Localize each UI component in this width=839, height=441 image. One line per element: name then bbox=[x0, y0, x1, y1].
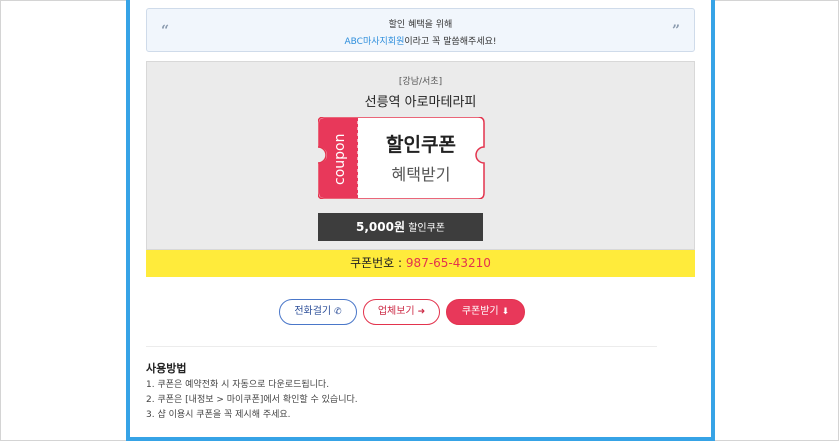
notice-line-2: ABC마사지회원이라고 꼭 말씀해주세요! bbox=[147, 34, 694, 47]
call-button[interactable]: 전화걸기 ✆ bbox=[279, 299, 357, 325]
call-button-label: 전화걸기 bbox=[294, 306, 332, 317]
shop-name: 선릉역 아로마테라피 bbox=[364, 95, 477, 110]
coupon-card: [강남/서초] 선릉역 아로마테라피 coupon 할인쿠폰 혜택받기 5,00… bbox=[146, 61, 695, 250]
arrow-down-icon: ⬇ bbox=[501, 307, 510, 317]
discount-amount-bar: 5,000원 할인쿠폰 bbox=[318, 213, 483, 241]
phone-icon: ✆ bbox=[334, 307, 342, 317]
notice-line-2-rest: 이라고 꼭 말씀해주세요! bbox=[404, 37, 497, 47]
coupon-code-bar: 쿠폰번호 : 987-65-43210 bbox=[146, 250, 695, 277]
coupon-side-text: coupon bbox=[332, 133, 348, 185]
discount-amount-suffix: 할인쿠폰 bbox=[408, 223, 445, 234]
view-shop-button[interactable]: 업체보기 ➜ bbox=[363, 299, 440, 325]
usage-item: 1. 쿠폰은 예약전화 시 자동으로 다운로드됩니다. bbox=[146, 380, 330, 390]
coupon-main-text: 할인쿠폰 bbox=[386, 134, 456, 156]
coupon-modal: “ 할인 혜택을 위해 ABC마사지회원이라고 꼭 말씀해주세요! ” [강남/… bbox=[126, 0, 715, 441]
get-coupon-button[interactable]: 쿠폰받기 ⬇ bbox=[446, 299, 525, 325]
notice-line-1: 할인 혜택을 위해 bbox=[388, 20, 453, 30]
view-shop-button-label: 업체보기 bbox=[377, 306, 415, 317]
coupon-code-label: 쿠폰번호 : bbox=[350, 256, 403, 270]
coupon-ticket[interactable]: coupon 할인쿠폰 혜택받기 bbox=[318, 117, 486, 199]
notice-box: “ 할인 혜택을 위해 ABC마사지회원이라고 꼭 말씀해주세요! ” bbox=[146, 8, 695, 52]
arrow-right-icon: ➜ bbox=[417, 307, 426, 317]
close-quote-icon: ” bbox=[671, 23, 680, 39]
usage-item: 3. 샵 이용시 쿠폰을 꼭 제시해 주세요. bbox=[146, 410, 291, 420]
coupon-code-value: 987-65-43210 bbox=[405, 256, 491, 270]
divider bbox=[146, 346, 657, 347]
usage-item: 2. 쿠폰은 [내정보 > 마이쿠폰]에서 확인할 수 있습니다. bbox=[146, 395, 358, 405]
get-coupon-button-label: 쿠폰받기 bbox=[461, 306, 499, 317]
usage-title: 사용방법 bbox=[146, 362, 187, 375]
discount-amount: 5,000원 bbox=[356, 220, 405, 234]
usage-list: 1. 쿠폰은 예약전화 시 자동으로 다운로드됩니다. 2. 쿠폰은 [내정보 … bbox=[146, 378, 358, 423]
coupon-region: [강남/서초] bbox=[398, 77, 443, 87]
coupon-sub-text: 혜택받기 bbox=[391, 165, 451, 184]
notice-accent: ABC마사지회원 bbox=[344, 37, 405, 47]
